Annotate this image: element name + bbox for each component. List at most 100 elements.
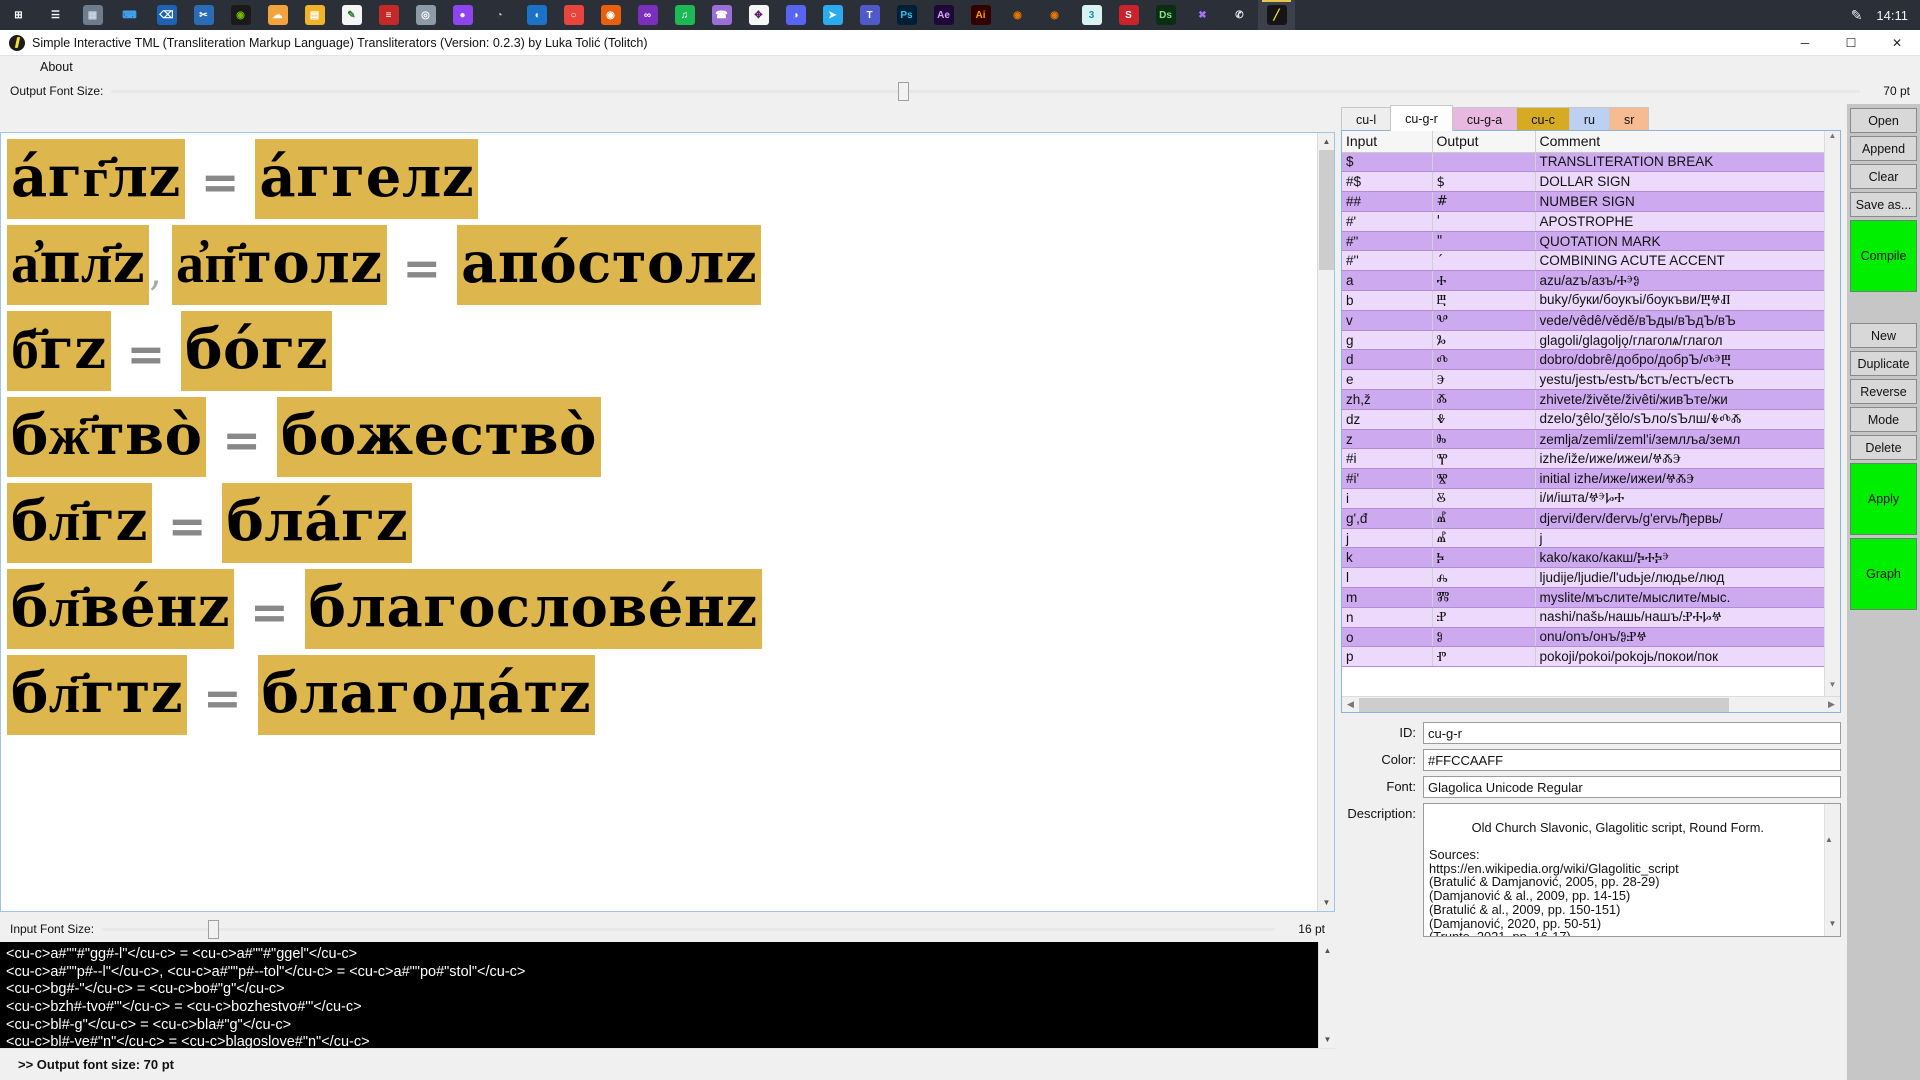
cell-input[interactable]: n [1342, 607, 1432, 627]
spotify-icon[interactable]: ♫ [666, 0, 703, 30]
table-horizontal-scrollbar[interactable]: ◀ ▶ [1342, 696, 1840, 712]
column-header-comment[interactable]: Comment [1535, 131, 1841, 152]
cell-comment[interactable]: zhivete/živěte/živêti/живЪте/жи [1535, 390, 1841, 410]
table-row[interactable]: #i'Ⰺinitial izhe/иже/ижеи/ⰝⰆⰅ [1342, 469, 1841, 489]
column-header-input[interactable]: Input [1342, 131, 1432, 152]
new-button[interactable]: New [1850, 323, 1917, 348]
cell-comment[interactable]: azu/azъ/азъ/ⰀⰵⰑ [1535, 271, 1841, 291]
firefox-icon[interactable]: ◉ [592, 0, 629, 30]
table-row[interactable]: dⰄdobro/dobrê/добро/добрЪ/ⰄⰵⰁ [1342, 350, 1841, 370]
input-font-size-slider[interactable] [102, 918, 1275, 940]
cell-comment[interactable]: zemlja/zemli/zeml'i/землља/земл [1535, 429, 1841, 449]
tml-app-icon[interactable]: ╱ [1258, 0, 1295, 30]
table-row[interactable]: #""QUOTATION MARK [1342, 231, 1841, 251]
input-font-size-slider-thumb[interactable] [208, 920, 219, 939]
table-row[interactable]: bⰁbuky/буки/боукъі/боукъви/ⰁⰝⰚ [1342, 291, 1841, 311]
cell-comment[interactable]: glagoli/glagoljǫ/глаголѧ/глагол [1535, 330, 1841, 350]
apply-button[interactable]: Apply [1850, 463, 1917, 535]
scroll-up-icon[interactable]: ▲ [1318, 133, 1335, 150]
cell-comment[interactable]: ljudije/ljudie/l'udьje/людье/люд [1535, 568, 1841, 588]
scrollbar-thumb[interactable] [1319, 150, 1334, 270]
table-row[interactable]: #''APOSTROPHE [1342, 211, 1841, 231]
cell-output[interactable]: Ⰸ [1432, 429, 1535, 449]
table-row[interactable]: dzⰇdzelo/ʒêlo/ʒělo/sЪло/sЪлш/ⰇⰄⰆ [1342, 409, 1841, 429]
input-scroll-down-icon[interactable]: ▼ [1319, 1031, 1335, 1048]
cell-comment[interactable]: vede/vêdê/vědě/вЪды/вЪдЪ/вЪ [1535, 310, 1841, 330]
mapping-table-container[interactable]: Input Output Comment $TRANSLITERATION BR… [1341, 130, 1841, 713]
delete-button[interactable]: Delete [1850, 435, 1917, 460]
cell-input[interactable]: g',đ [1342, 508, 1432, 528]
table-hscroll-thumb[interactable] [1359, 698, 1729, 712]
cell-input[interactable]: dz [1342, 409, 1432, 429]
table-row[interactable]: vⰂvede/vêdê/vědě/вЪды/вЪдЪ/вЪ [1342, 310, 1841, 330]
cell-comment[interactable]: i/и/iшта/ⰝⰵⰘⰀ [1535, 489, 1841, 509]
cell-comment[interactable]: myslite/мъслите/мыслите/мыс. [1535, 588, 1841, 608]
cell-input[interactable]: #'' [1342, 251, 1432, 271]
tab-cu-g-r[interactable]: cu-g-r [1390, 105, 1453, 131]
cell-input[interactable]: j [1342, 528, 1432, 548]
cell-input[interactable]: i [1342, 489, 1432, 509]
cell-input[interactable]: #' [1342, 211, 1432, 231]
output-font-size-slider-thumb[interactable] [898, 82, 909, 101]
visual-studio-icon[interactable]: ✖ [1184, 0, 1221, 30]
table-row[interactable]: gⰃglagoli/glagoljǫ/глаголѧ/глагол [1342, 330, 1841, 350]
cell-output[interactable]: Ⰷ [1432, 409, 1535, 429]
cell-comment[interactable]: buky/буки/боукъі/боукъви/ⰁⰝⰚ [1535, 291, 1841, 311]
table-row[interactable]: lⰎljudije/ljudie/l'udьje/людье/люд [1342, 568, 1841, 588]
table-vertical-scrollbar[interactable]: ▲ ▼ [1824, 131, 1840, 696]
table-row[interactable]: zh,žⰆzhivete/živěte/živêti/живЪте/жи [1342, 390, 1841, 410]
tab-ru[interactable]: ru [1569, 107, 1610, 131]
table-row[interactable]: ###NUMBER SIGN [1342, 192, 1841, 212]
mode-button[interactable]: Mode [1850, 407, 1917, 432]
cell-output[interactable]: Ⱁ [1432, 627, 1535, 647]
input-code-editor[interactable]: <cu-c>a#""#"gg#-l"</cu-c> = <cu-c>a#""#"… [0, 942, 1335, 1048]
notepad-icon[interactable]: ✎ [333, 0, 370, 30]
cell-output[interactable]: Ⱂ [1432, 647, 1535, 667]
cell-comment[interactable]: TRANSLITERATION BREAK [1535, 152, 1841, 172]
description-scrollbar[interactable]: ▲ ▼ [1824, 804, 1840, 936]
cell-comment[interactable]: NUMBER SIGN [1535, 192, 1841, 212]
task-view-icon[interactable]: ☰ [37, 0, 74, 30]
cell-comment[interactable]: izhe/iže/иже/ижеи/ⰝⰆⰅ [1535, 449, 1841, 469]
browser-purple-icon[interactable]: ● [444, 0, 481, 30]
cell-comment[interactable]: kako/како/какш/ⰍⰀⰍⰵ [1535, 548, 1841, 568]
id-input[interactable]: cu-g-r [1423, 722, 1841, 744]
nvidia-icon[interactable]: ◉ [222, 0, 259, 30]
cell-input[interactable]: v [1342, 310, 1432, 330]
description-textarea[interactable]: Old Church Slavonic, Glagolitic script, … [1423, 803, 1841, 937]
cell-input[interactable]: #$ [1342, 172, 1432, 192]
cell-output[interactable]: Ⱀ [1432, 607, 1535, 627]
input-scroll-up-icon[interactable]: ▲ [1319, 942, 1335, 959]
illustrator-icon[interactable]: Ai [962, 0, 999, 30]
file-explorer-icon[interactable]: ▤ [296, 0, 333, 30]
cell-input[interactable]: a [1342, 271, 1432, 291]
telegram-icon[interactable]: ➤ [814, 0, 851, 30]
photoshop-icon[interactable]: Ps [888, 0, 925, 30]
snipping-tool-icon[interactable]: ✂ [185, 0, 222, 30]
table-row[interactable]: oⰑonu/onъ/онъ/ⰑⰐⰝ [1342, 627, 1841, 647]
cell-input[interactable]: l [1342, 568, 1432, 588]
table-row[interactable]: aⰀazu/azъ/азъ/ⰀⰵⰑ [1342, 271, 1841, 291]
cell-output[interactable]: Ⰶ [1432, 390, 1535, 410]
3ds-max-icon[interactable]: 3 [1073, 0, 1110, 30]
dimension-icon[interactable]: Ds [1147, 0, 1184, 30]
cell-comment[interactable]: djervi/đerv/đervь/g'ervь/ђервь/ [1535, 508, 1841, 528]
table-scroll-up-icon[interactable]: ▲ [1825, 131, 1840, 147]
table-row[interactable]: mⰏmyslite/мъслите/мыслите/мыс. [1342, 588, 1841, 608]
table-row[interactable]: kⰍkako/како/какш/ⰍⰀⰍⰵ [1342, 548, 1841, 568]
cell-input[interactable]: zh,ž [1342, 390, 1432, 410]
table-scroll-left-icon[interactable]: ◀ [1342, 699, 1359, 710]
cell-output[interactable]: Ⰲ [1432, 310, 1535, 330]
cell-comment[interactable]: DOLLAR SIGN [1535, 172, 1841, 192]
cell-input[interactable]: d [1342, 350, 1432, 370]
table-row[interactable]: zⰈzemlja/zemli/zeml'i/землља/земл [1342, 429, 1841, 449]
cell-output[interactable]: " [1432, 231, 1535, 251]
graph-button[interactable]: Graph [1850, 538, 1917, 610]
pdf-reader-icon[interactable]: ≡ [370, 0, 407, 30]
cell-output[interactable]: Ⰹ [1432, 449, 1535, 469]
cell-comment[interactable]: yestu/jestъ/estъ/ѣстъ/естъ/естъ [1535, 370, 1841, 390]
cell-input[interactable]: m [1342, 588, 1432, 608]
cell-output[interactable]: ´ [1432, 251, 1535, 271]
cell-output[interactable]: Ⰵ [1432, 370, 1535, 390]
description-scroll-down-icon[interactable]: ▼ [1825, 920, 1840, 936]
